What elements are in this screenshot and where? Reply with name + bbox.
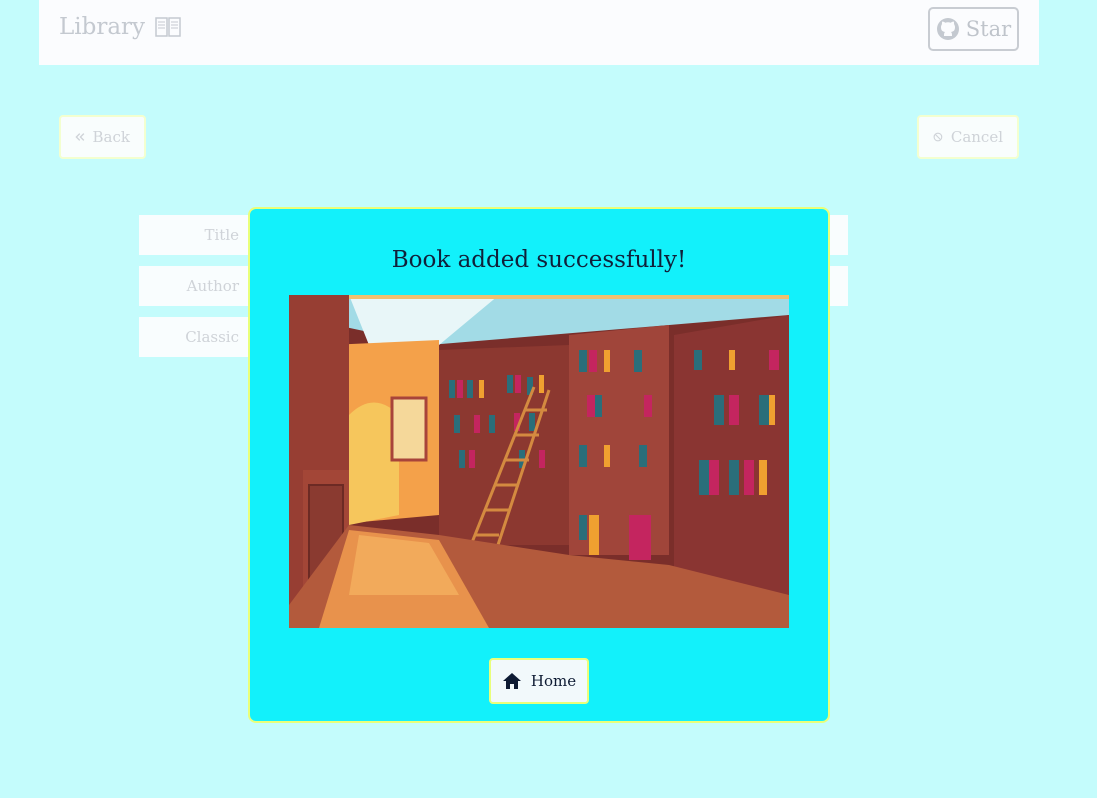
classic-field-row[interactable]: Classic <box>139 317 259 357</box>
double-chevron-left-icon <box>75 133 85 141</box>
github-icon <box>936 18 959 40</box>
github-star-button[interactable]: Star <box>928 7 1019 51</box>
cancel-button[interactable]: Cancel <box>917 115 1019 159</box>
star-label: Star <box>965 17 1012 41</box>
author-label: Author <box>186 277 239 295</box>
home-button[interactable]: Home <box>489 658 589 704</box>
back-label: Back <box>92 128 130 146</box>
library-illustration <box>289 295 789 628</box>
home-label: Home <box>530 672 577 690</box>
home-icon <box>502 673 521 689</box>
open-book-icon <box>155 17 181 37</box>
classic-label: Classic <box>185 328 239 346</box>
ban-icon <box>933 132 943 142</box>
modal-title: Book added successfully! <box>391 247 687 273</box>
success-modal: Book added successfully! Home <box>248 207 830 723</box>
title-label: Title <box>204 226 239 244</box>
brand-title: Library <box>59 14 146 40</box>
top-header: Library Star <box>39 0 1039 65</box>
cancel-label: Cancel <box>950 128 1003 146</box>
back-button[interactable]: Back <box>59 115 146 159</box>
brand[interactable]: Library <box>59 14 181 40</box>
